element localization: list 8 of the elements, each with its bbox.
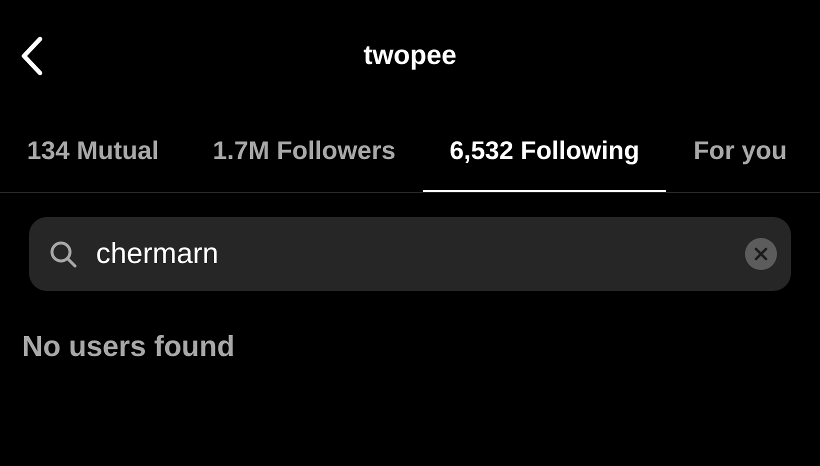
search-field[interactable]: chermarn (29, 217, 791, 291)
tab[interactable]: 6,532 Following (422, 112, 666, 192)
clear-button[interactable] (745, 238, 777, 270)
tab[interactable]: 134 Mutual (0, 112, 186, 192)
empty-message: No users found (21, 330, 236, 364)
profile-title: twopee (363, 40, 456, 70)
tab[interactable]: 1.7M Followers (186, 112, 423, 192)
tab[interactable]: For you (666, 112, 814, 192)
